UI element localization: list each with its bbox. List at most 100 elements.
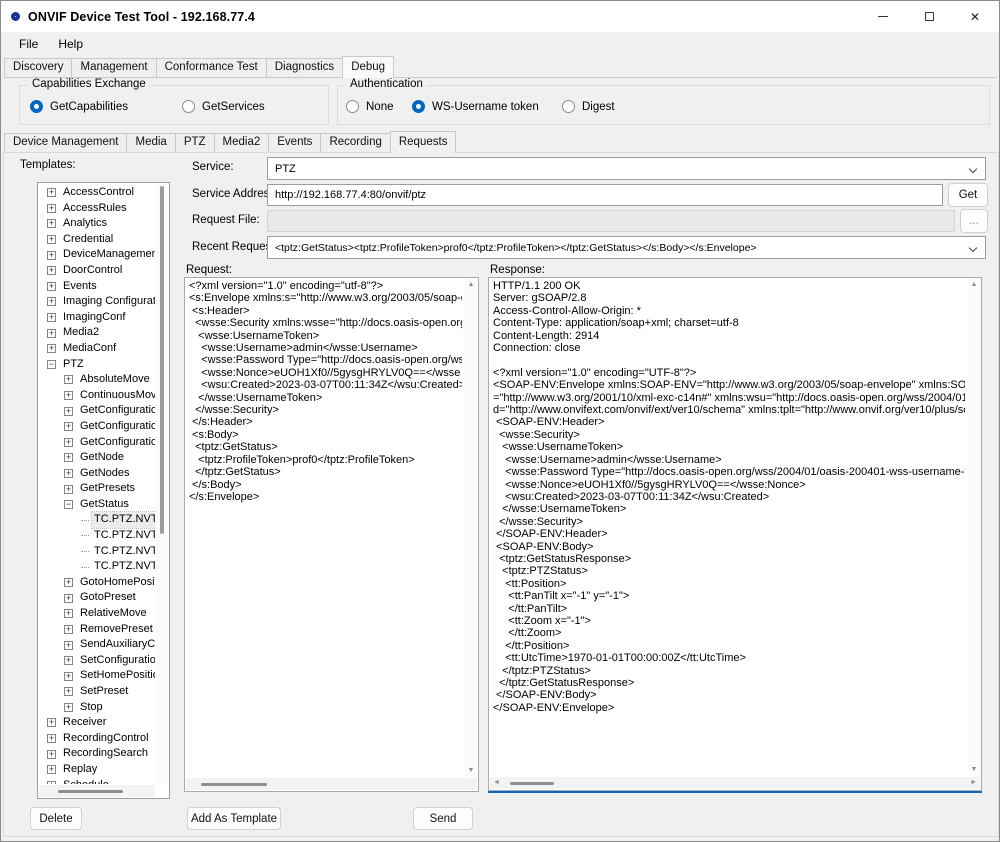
tab-device-management[interactable]: Device Management bbox=[4, 133, 127, 152]
scroll-down-icon[interactable]: ▼ bbox=[465, 766, 477, 776]
response-textarea[interactable]: HTTP/1.1 200 OK Server: gSOAP/2.8 Access… bbox=[488, 277, 982, 791]
expand-icon[interactable]: + bbox=[64, 609, 73, 618]
tree-item-devicemanagement[interactable]: +DeviceManagement bbox=[39, 247, 155, 263]
expand-icon[interactable]: + bbox=[64, 625, 73, 634]
expand-icon[interactable]: + bbox=[47, 235, 56, 244]
radio-circle-icon[interactable] bbox=[412, 100, 425, 113]
radio-circle-icon[interactable] bbox=[182, 100, 195, 113]
radio-ws-username-token[interactable]: WS-Username token bbox=[412, 100, 539, 113]
tree-item-imaging-configuration[interactable]: +Imaging Configuration bbox=[39, 294, 155, 310]
expand-icon[interactable]: + bbox=[47, 188, 56, 197]
tree-item-replay[interactable]: +Replay bbox=[39, 762, 155, 778]
tree-item-gotohomeposition[interactable]: +GotoHomePosition bbox=[39, 575, 155, 591]
tree-item-stop[interactable]: +Stop bbox=[39, 700, 155, 716]
expand-icon[interactable]: + bbox=[64, 391, 73, 400]
tree-item-removepreset[interactable]: +RemovePreset bbox=[39, 622, 155, 638]
radio-circle-icon[interactable] bbox=[562, 100, 575, 113]
expand-icon[interactable]: + bbox=[64, 422, 73, 431]
tree-item-absolutemove[interactable]: +AbsoluteMove bbox=[39, 372, 155, 388]
expand-icon[interactable]: + bbox=[64, 485, 73, 494]
scroll-left-icon[interactable]: ◄ bbox=[493, 777, 500, 789]
tree-item-events[interactable]: +Events bbox=[39, 279, 155, 295]
tree-item-schedule[interactable]: +Schedule bbox=[39, 778, 155, 784]
scroll-right-icon[interactable]: ► bbox=[970, 777, 977, 789]
expand-icon[interactable]: + bbox=[64, 703, 73, 712]
tree-item-accesscontrol[interactable]: +AccessControl bbox=[39, 185, 155, 201]
scroll-down-icon[interactable]: ▼ bbox=[968, 765, 980, 775]
service-dropdown[interactable]: PTZ bbox=[267, 157, 986, 180]
tree-item-recordingcontrol[interactable]: +RecordingControl bbox=[39, 731, 155, 747]
request-textarea[interactable]: <?xml version="1.0" encoding="utf-8"?> <… bbox=[184, 277, 479, 792]
tree-item-doorcontrol[interactable]: +DoorControl bbox=[39, 263, 155, 279]
expand-icon[interactable]: + bbox=[47, 734, 56, 743]
tree-item-getpresets[interactable]: +GetPresets bbox=[39, 481, 155, 497]
expand-icon[interactable]: + bbox=[64, 672, 73, 681]
tab-media[interactable]: Media bbox=[126, 133, 175, 152]
tree-item-mediaconf[interactable]: +MediaConf bbox=[39, 341, 155, 357]
minimize-button[interactable] bbox=[860, 1, 906, 32]
tree-item-tc-ptz-nvt-10[interactable]: TC.PTZ.NVT.10 bbox=[39, 544, 155, 560]
tree-item-getnode[interactable]: +GetNode bbox=[39, 450, 155, 466]
tree-item-gotopreset[interactable]: +GotoPreset bbox=[39, 590, 155, 606]
request-horizontal-scrollbar[interactable] bbox=[186, 778, 477, 790]
expand-icon[interactable]: + bbox=[47, 765, 56, 774]
expand-icon[interactable]: + bbox=[47, 329, 56, 338]
tree-item-relativemove[interactable]: +RelativeMove bbox=[39, 606, 155, 622]
tree-item-getstatus[interactable]: −GetStatus bbox=[39, 497, 155, 513]
tab-media2[interactable]: Media2 bbox=[214, 133, 270, 152]
expand-icon[interactable]: + bbox=[64, 438, 73, 447]
tree-item-setpreset[interactable]: +SetPreset bbox=[39, 684, 155, 700]
tree-item-getnodes[interactable]: +GetNodes bbox=[39, 466, 155, 482]
expand-icon[interactable]: + bbox=[64, 453, 73, 462]
expand-icon[interactable]: + bbox=[47, 282, 56, 291]
expand-icon[interactable]: + bbox=[47, 750, 56, 759]
tab-ptz[interactable]: PTZ bbox=[175, 133, 215, 152]
tab-debug[interactable]: Debug bbox=[342, 56, 394, 78]
tree-item-tc-ptz-nvt-10[interactable]: TC.PTZ.NVT.10 bbox=[39, 512, 155, 528]
tree-item-ptz[interactable]: −PTZ bbox=[39, 357, 155, 373]
expand-icon[interactable]: + bbox=[64, 407, 73, 416]
radio-circle-icon[interactable] bbox=[30, 100, 43, 113]
delete-button[interactable]: Delete bbox=[30, 807, 82, 830]
scroll-thumb[interactable] bbox=[201, 783, 268, 786]
expand-icon[interactable]: + bbox=[64, 687, 73, 696]
scroll-up-icon[interactable]: ▲ bbox=[968, 280, 980, 290]
expand-icon[interactable]: + bbox=[64, 656, 73, 665]
tree-item-continuousmove[interactable]: +ContinuousMove bbox=[39, 388, 155, 404]
tab-discovery[interactable]: Discovery bbox=[4, 58, 72, 77]
recent-requests-dropdown[interactable]: <tptz:GetStatus><tptz:ProfileToken>prof0… bbox=[267, 236, 986, 259]
collapse-icon[interactable]: − bbox=[64, 500, 73, 509]
tab-conformance-test[interactable]: Conformance Test bbox=[156, 58, 267, 77]
request-vertical-scrollbar[interactable]: ▲ ▼ bbox=[465, 279, 477, 777]
expand-icon[interactable]: + bbox=[47, 718, 56, 727]
radio-getservices[interactable]: GetServices bbox=[182, 100, 265, 113]
tree-item-sethomeposition[interactable]: +SetHomePosition bbox=[39, 668, 155, 684]
expand-icon[interactable]: + bbox=[64, 469, 73, 478]
radio-none[interactable]: None bbox=[346, 100, 394, 113]
scroll-thumb[interactable] bbox=[510, 782, 554, 785]
expand-icon[interactable]: + bbox=[64, 578, 73, 587]
tab-requests[interactable]: Requests bbox=[390, 131, 457, 153]
tree-item-sendauxiliarycomma[interactable]: +SendAuxiliaryComma bbox=[39, 637, 155, 653]
tree-vertical-scrollbar[interactable] bbox=[156, 184, 168, 784]
response-vertical-scrollbar[interactable]: ▲ ▼ bbox=[968, 279, 980, 776]
tree-item-tc-ptz-nvt-10[interactable]: TC.PTZ.NVT.10 bbox=[39, 528, 155, 544]
expand-icon[interactable]: + bbox=[47, 297, 56, 306]
expand-icon[interactable]: + bbox=[47, 251, 56, 260]
browse-button[interactable]: ... bbox=[960, 209, 988, 233]
request-file-input[interactable] bbox=[267, 210, 955, 232]
expand-icon[interactable]: + bbox=[47, 219, 56, 228]
tree-item-receiver[interactable]: +Receiver bbox=[39, 715, 155, 731]
menu-file[interactable]: File bbox=[9, 34, 48, 54]
expand-icon[interactable]: + bbox=[64, 375, 73, 384]
tab-recording[interactable]: Recording bbox=[320, 133, 390, 152]
tree-item-analytics[interactable]: +Analytics bbox=[39, 216, 155, 232]
collapse-icon[interactable]: − bbox=[47, 360, 56, 369]
expand-icon[interactable]: + bbox=[47, 313, 56, 322]
radio-getcapabilities[interactable]: GetCapabilities bbox=[30, 100, 128, 113]
expand-icon[interactable]: + bbox=[64, 594, 73, 603]
scroll-thumb[interactable] bbox=[160, 186, 164, 534]
tree-item-getconfigurationopt[interactable]: +GetConfigurationOpt bbox=[39, 419, 155, 435]
radio-circle-icon[interactable] bbox=[346, 100, 359, 113]
maximize-button[interactable] bbox=[906, 1, 952, 32]
